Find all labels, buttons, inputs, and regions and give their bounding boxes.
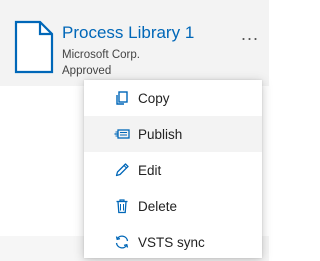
more-options-button[interactable]: ... bbox=[236, 24, 264, 44]
edit-icon bbox=[113, 161, 131, 179]
sync-icon bbox=[113, 233, 131, 251]
menu-item-label: Delete bbox=[138, 198, 178, 214]
menu-item-copy[interactable]: Copy bbox=[84, 80, 262, 116]
library-title[interactable]: Process Library 1 bbox=[62, 23, 194, 43]
context-menu: Copy Publish Edit Delete VSTS sync bbox=[84, 80, 262, 258]
menu-item-label: Publish bbox=[138, 126, 183, 142]
delete-icon bbox=[113, 197, 131, 215]
menu-item-label: Copy bbox=[138, 90, 170, 106]
menu-item-publish[interactable]: Publish bbox=[84, 116, 262, 152]
document-icon bbox=[14, 20, 54, 74]
publish-icon bbox=[113, 125, 131, 143]
menu-item-label: Edit bbox=[138, 162, 162, 178]
menu-item-vsts-sync[interactable]: VSTS sync bbox=[84, 224, 262, 260]
library-publisher: Microsoft Corp. bbox=[62, 49, 140, 61]
library-card[interactable]: Process Library 1 Microsoft Corp. Approv… bbox=[0, 0, 269, 86]
menu-item-delete[interactable]: Delete bbox=[84, 188, 262, 224]
copy-icon bbox=[113, 89, 131, 107]
menu-item-label: VSTS sync bbox=[138, 234, 205, 250]
library-status: Approved bbox=[62, 65, 112, 77]
menu-item-edit[interactable]: Edit bbox=[84, 152, 262, 188]
